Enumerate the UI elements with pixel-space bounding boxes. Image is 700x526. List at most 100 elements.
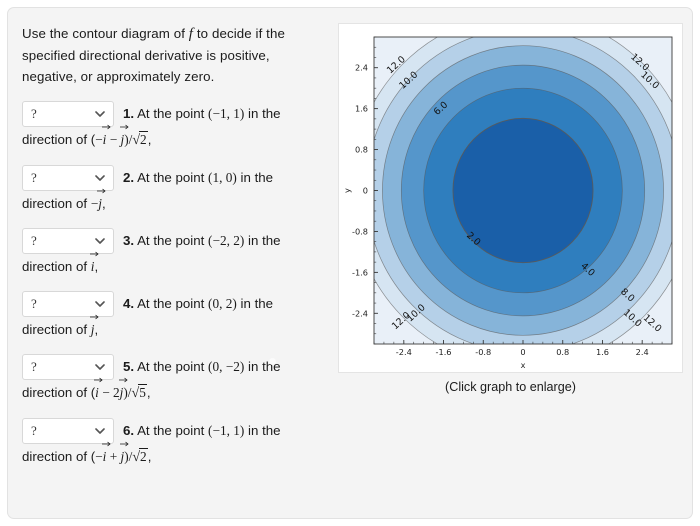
svg-text:0: 0 [363, 186, 368, 196]
problem-statement-part1: Use the contour diagram of [22, 26, 189, 41]
answer-select-3-value: ? [31, 233, 37, 248]
question-5-vector-i: i [94, 377, 103, 403]
question-1-head: 1. At the point (−1, 1) in the [123, 100, 281, 123]
question-1-number: 1. [123, 106, 135, 121]
svg-text:0.8: 0.8 [556, 347, 569, 357]
question-5-divider: )/ [123, 385, 132, 400]
question-3-lead: At the point [137, 233, 209, 248]
svg-text:-1.6: -1.6 [352, 267, 368, 277]
question-6-end: , [147, 449, 152, 464]
question-5-vector-j: j [118, 377, 128, 403]
svg-text:-0.8: -0.8 [475, 347, 491, 357]
problem-column: Use the contour diagram of f to decide i… [22, 23, 327, 468]
question-5-dir-prefix: direction of ( [22, 385, 96, 400]
question-panel: Use the contour diagram of f to decide i… [7, 7, 693, 519]
question-3-vec1-sym: i [90, 259, 95, 274]
question-6-vec2-sym: j [120, 449, 125, 464]
question-1-divider: )/ [124, 132, 133, 147]
question-6-sign1: − [95, 449, 103, 464]
answer-select-4[interactable]: ? [22, 291, 114, 317]
question-2-head: 2. At the point (1, 0) in the [123, 164, 273, 187]
answer-select-4-value: ? [31, 296, 37, 311]
question-5-radicand: 5 [138, 384, 147, 400]
question-2-number: 2. [123, 170, 135, 185]
question-1-lead-tail: in the [244, 106, 281, 121]
problem-statement: Use the contour diagram of f to decide i… [22, 23, 327, 87]
question-4-head: 4. At the point (0, 2) in the [123, 290, 273, 313]
question-item-2: ? 2. At the point (1, 0) in the directio… [22, 164, 327, 214]
question-6-head: 6. At the point (−1, 1) in the [123, 417, 281, 440]
question-6-dir-prefix: direction of ( [22, 449, 96, 464]
question-item-1: ? 1. At the point (−1, 1) in the directi… [22, 100, 327, 151]
question-6-vector-i: i [101, 441, 111, 467]
contour-graph-card[interactable]: 12.0 10.0 6.0 12.0 10.0 2.0 4.0 8.0 10.0 12.0 12.0… [338, 23, 683, 373]
svg-text:1.6: 1.6 [596, 347, 609, 357]
question-6-radicand: 2 [139, 448, 148, 464]
question-4-lead: At the point [137, 296, 209, 311]
question-item-4: ? 4. At the point (0, 2) in the directio… [22, 290, 327, 340]
svg-text:0: 0 [520, 347, 525, 357]
vector-arrow-icon [89, 314, 99, 320]
answer-select-6-value: ? [31, 423, 37, 438]
question-1-vec2-sym: j [120, 132, 125, 147]
question-2-lead: At the point [137, 170, 209, 185]
chevron-down-icon [95, 362, 105, 372]
answer-select-1[interactable]: ? [22, 101, 114, 127]
question-1-sign1: − [95, 132, 103, 147]
question-3-head: 3. At the point (−2, 2) in the [123, 227, 281, 250]
question-item-6: ? 6. At the point (−1, 1) in the directi… [22, 417, 327, 468]
question-5-vec2-sym: j [119, 385, 124, 400]
question-1-sqrt: √2 [132, 130, 148, 151]
chevron-down-icon [95, 109, 105, 119]
answer-select-6[interactable]: ? [22, 418, 114, 444]
question-5-mid: − 2 [98, 385, 120, 400]
question-2-direction: direction of − j, [22, 188, 327, 214]
contour-plot[interactable]: 12.0 10.0 6.0 12.0 10.0 2.0 4.0 8.0 10.0 12.0 12.0… [339, 24, 682, 372]
question-5-sqrt: √5 [132, 383, 147, 404]
chevron-down-icon [95, 299, 105, 309]
svg-text:1.6: 1.6 [355, 104, 368, 114]
question-6-direction: direction of (− i + j)/√2, [22, 441, 327, 468]
question-2-point: (1, 0) [208, 170, 237, 185]
question-3-direction: direction of i, [22, 251, 327, 277]
question-1-lead: At the point [137, 106, 209, 121]
question-3-dir-prefix: direction of [22, 259, 91, 274]
question-2-lead-tail: in the [236, 170, 274, 185]
question-4-number: 4. [123, 296, 135, 311]
question-item-5: ? 5. At the point (0, −2) in the directi… [22, 353, 327, 404]
question-6-number: 6. [123, 423, 135, 438]
question-4-vector-j: j [89, 314, 99, 340]
svg-text:-1.6: -1.6 [436, 347, 452, 357]
question-3-vector-i: i [89, 251, 99, 277]
decorative-dot [269, 358, 276, 365]
svg-text:-2.4: -2.4 [396, 347, 412, 357]
question-5-number: 5. [123, 359, 135, 374]
question-1-dir-prefix: direction of ( [22, 132, 96, 147]
vector-arrow-icon [119, 124, 129, 130]
question-1-direction: direction of (− i − j)/√2, [22, 124, 327, 151]
question-2-vector-j: j [97, 188, 106, 214]
answer-select-5-value: ? [31, 359, 37, 374]
vector-arrow-icon [94, 377, 103, 383]
question-3-point: (−2, 2) [208, 233, 245, 248]
question-5-direction: direction of (i − 2 j)/√5, [22, 377, 327, 404]
question-5-lead: At the point [137, 359, 209, 374]
question-4-point: (0, 2) [208, 296, 237, 311]
svg-text:x: x [521, 360, 526, 370]
question-3-number: 3. [123, 233, 135, 248]
question-6-mid: + [106, 449, 121, 464]
question-6-vec1-sym: i [102, 449, 107, 464]
question-3-end: , [94, 259, 99, 274]
question-3-lead-tail: in the [244, 233, 281, 248]
question-5-head: 5. At the point (0, −2) in the [123, 353, 281, 376]
question-4-lead-tail: in the [236, 296, 274, 311]
question-1-vector-i: i [101, 124, 111, 150]
chevron-down-icon [95, 173, 105, 183]
answer-select-3[interactable]: ? [22, 228, 114, 254]
vector-arrow-icon [101, 124, 111, 130]
question-1-mid: − [106, 132, 121, 147]
question-5-point: (0, −2) [208, 359, 245, 374]
question-2-vec1-sym: j [98, 196, 102, 211]
question-1-end: , [147, 132, 152, 147]
question-6-lead: At the point [137, 423, 209, 438]
